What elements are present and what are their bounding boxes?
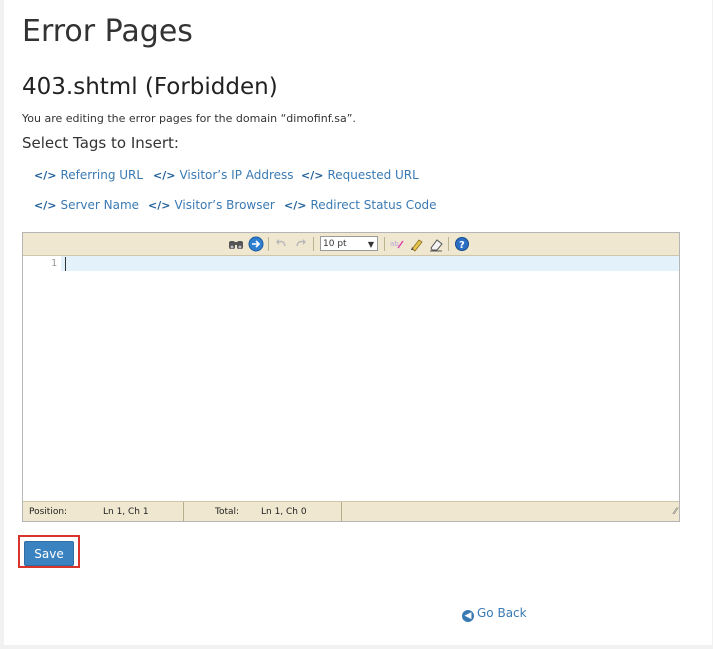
- tag-visitor-ip[interactable]: </> Visitor’s IP Address: [153, 168, 294, 182]
- tag-label: Requested URL: [327, 168, 419, 182]
- tag-redirect-status-code[interactable]: </> Redirect Status Code: [284, 198, 437, 212]
- go-back-label: Go Back: [477, 606, 527, 620]
- font-size-value: 10 pt: [323, 239, 347, 249]
- help-icon[interactable]: ?: [454, 236, 470, 252]
- code-icon: </>: [284, 199, 307, 212]
- tag-label: Server Name: [60, 198, 140, 212]
- save-button[interactable]: Save: [24, 541, 74, 566]
- position-label: Position:: [29, 507, 68, 517]
- highlight-icon[interactable]: [409, 236, 425, 252]
- syntax-toggle-icon[interactable]: ab: [389, 236, 405, 252]
- total-value: Ln 1, Ch 0: [261, 507, 307, 517]
- tag-referring-url[interactable]: </> Referring URL: [34, 168, 143, 182]
- code-icon: </>: [34, 199, 57, 212]
- code-icon: </>: [34, 169, 57, 182]
- editor-statusbar: Position: Ln 1, Ch 1 Total: Ln 1, Ch 0 ⁄…: [23, 501, 679, 521]
- tag-server-name[interactable]: </> Server Name: [34, 198, 139, 212]
- line-gutter: 1: [23, 256, 61, 501]
- go-back-link[interactable]: ◀ Go Back: [462, 606, 527, 622]
- tags-heading: Select Tags to Insert:: [22, 134, 179, 152]
- undo-icon[interactable]: [274, 236, 288, 252]
- tag-visitor-browser[interactable]: </> Visitor’s Browser: [148, 198, 275, 212]
- page-description: You are editing the error pages for the …: [22, 112, 356, 125]
- code-editor: 10 pt ▼ ab ? 1 Position: Ln 1, Ch 1 Tota…: [22, 232, 680, 522]
- search-icon[interactable]: [228, 236, 244, 252]
- font-size-select[interactable]: 10 pt ▼: [320, 236, 378, 251]
- tag-requested-url[interactable]: </> Requested URL: [301, 168, 419, 182]
- tag-label: Visitor’s Browser: [174, 198, 275, 212]
- tag-label: Referring URL: [60, 168, 144, 182]
- editor-toolbar: 10 pt ▼ ab ?: [23, 233, 679, 256]
- page-title: Error Pages: [22, 14, 193, 49]
- svg-text:ab: ab: [390, 240, 399, 248]
- redo-icon[interactable]: [294, 236, 308, 252]
- code-icon: </>: [301, 169, 324, 182]
- code-icon: </>: [148, 199, 171, 212]
- line-number: 1: [50, 258, 57, 269]
- page-subtitle: 403.shtml (Forbidden): [22, 74, 278, 100]
- svg-text:?: ?: [459, 240, 465, 251]
- arrow-left-circle-icon: ◀: [462, 610, 474, 622]
- editor-text-area[interactable]: [61, 256, 679, 271]
- tag-label: Visitor’s IP Address: [179, 168, 294, 182]
- save-highlight: Save: [18, 535, 80, 568]
- chevron-down-icon: ▼: [367, 240, 374, 249]
- text-cursor: [65, 257, 66, 271]
- tag-label: Redirect Status Code: [310, 198, 437, 212]
- main-panel: Error Pages 403.shtml (Forbidden) You ar…: [4, 0, 712, 645]
- goto-line-icon[interactable]: [248, 236, 264, 252]
- position-value: Ln 1, Ch 1: [103, 507, 149, 517]
- total-label: Total:: [215, 507, 240, 517]
- code-icon: </>: [153, 169, 176, 182]
- reset-icon[interactable]: [428, 236, 444, 252]
- resize-grip-icon[interactable]: ⁄⁄: [674, 507, 677, 519]
